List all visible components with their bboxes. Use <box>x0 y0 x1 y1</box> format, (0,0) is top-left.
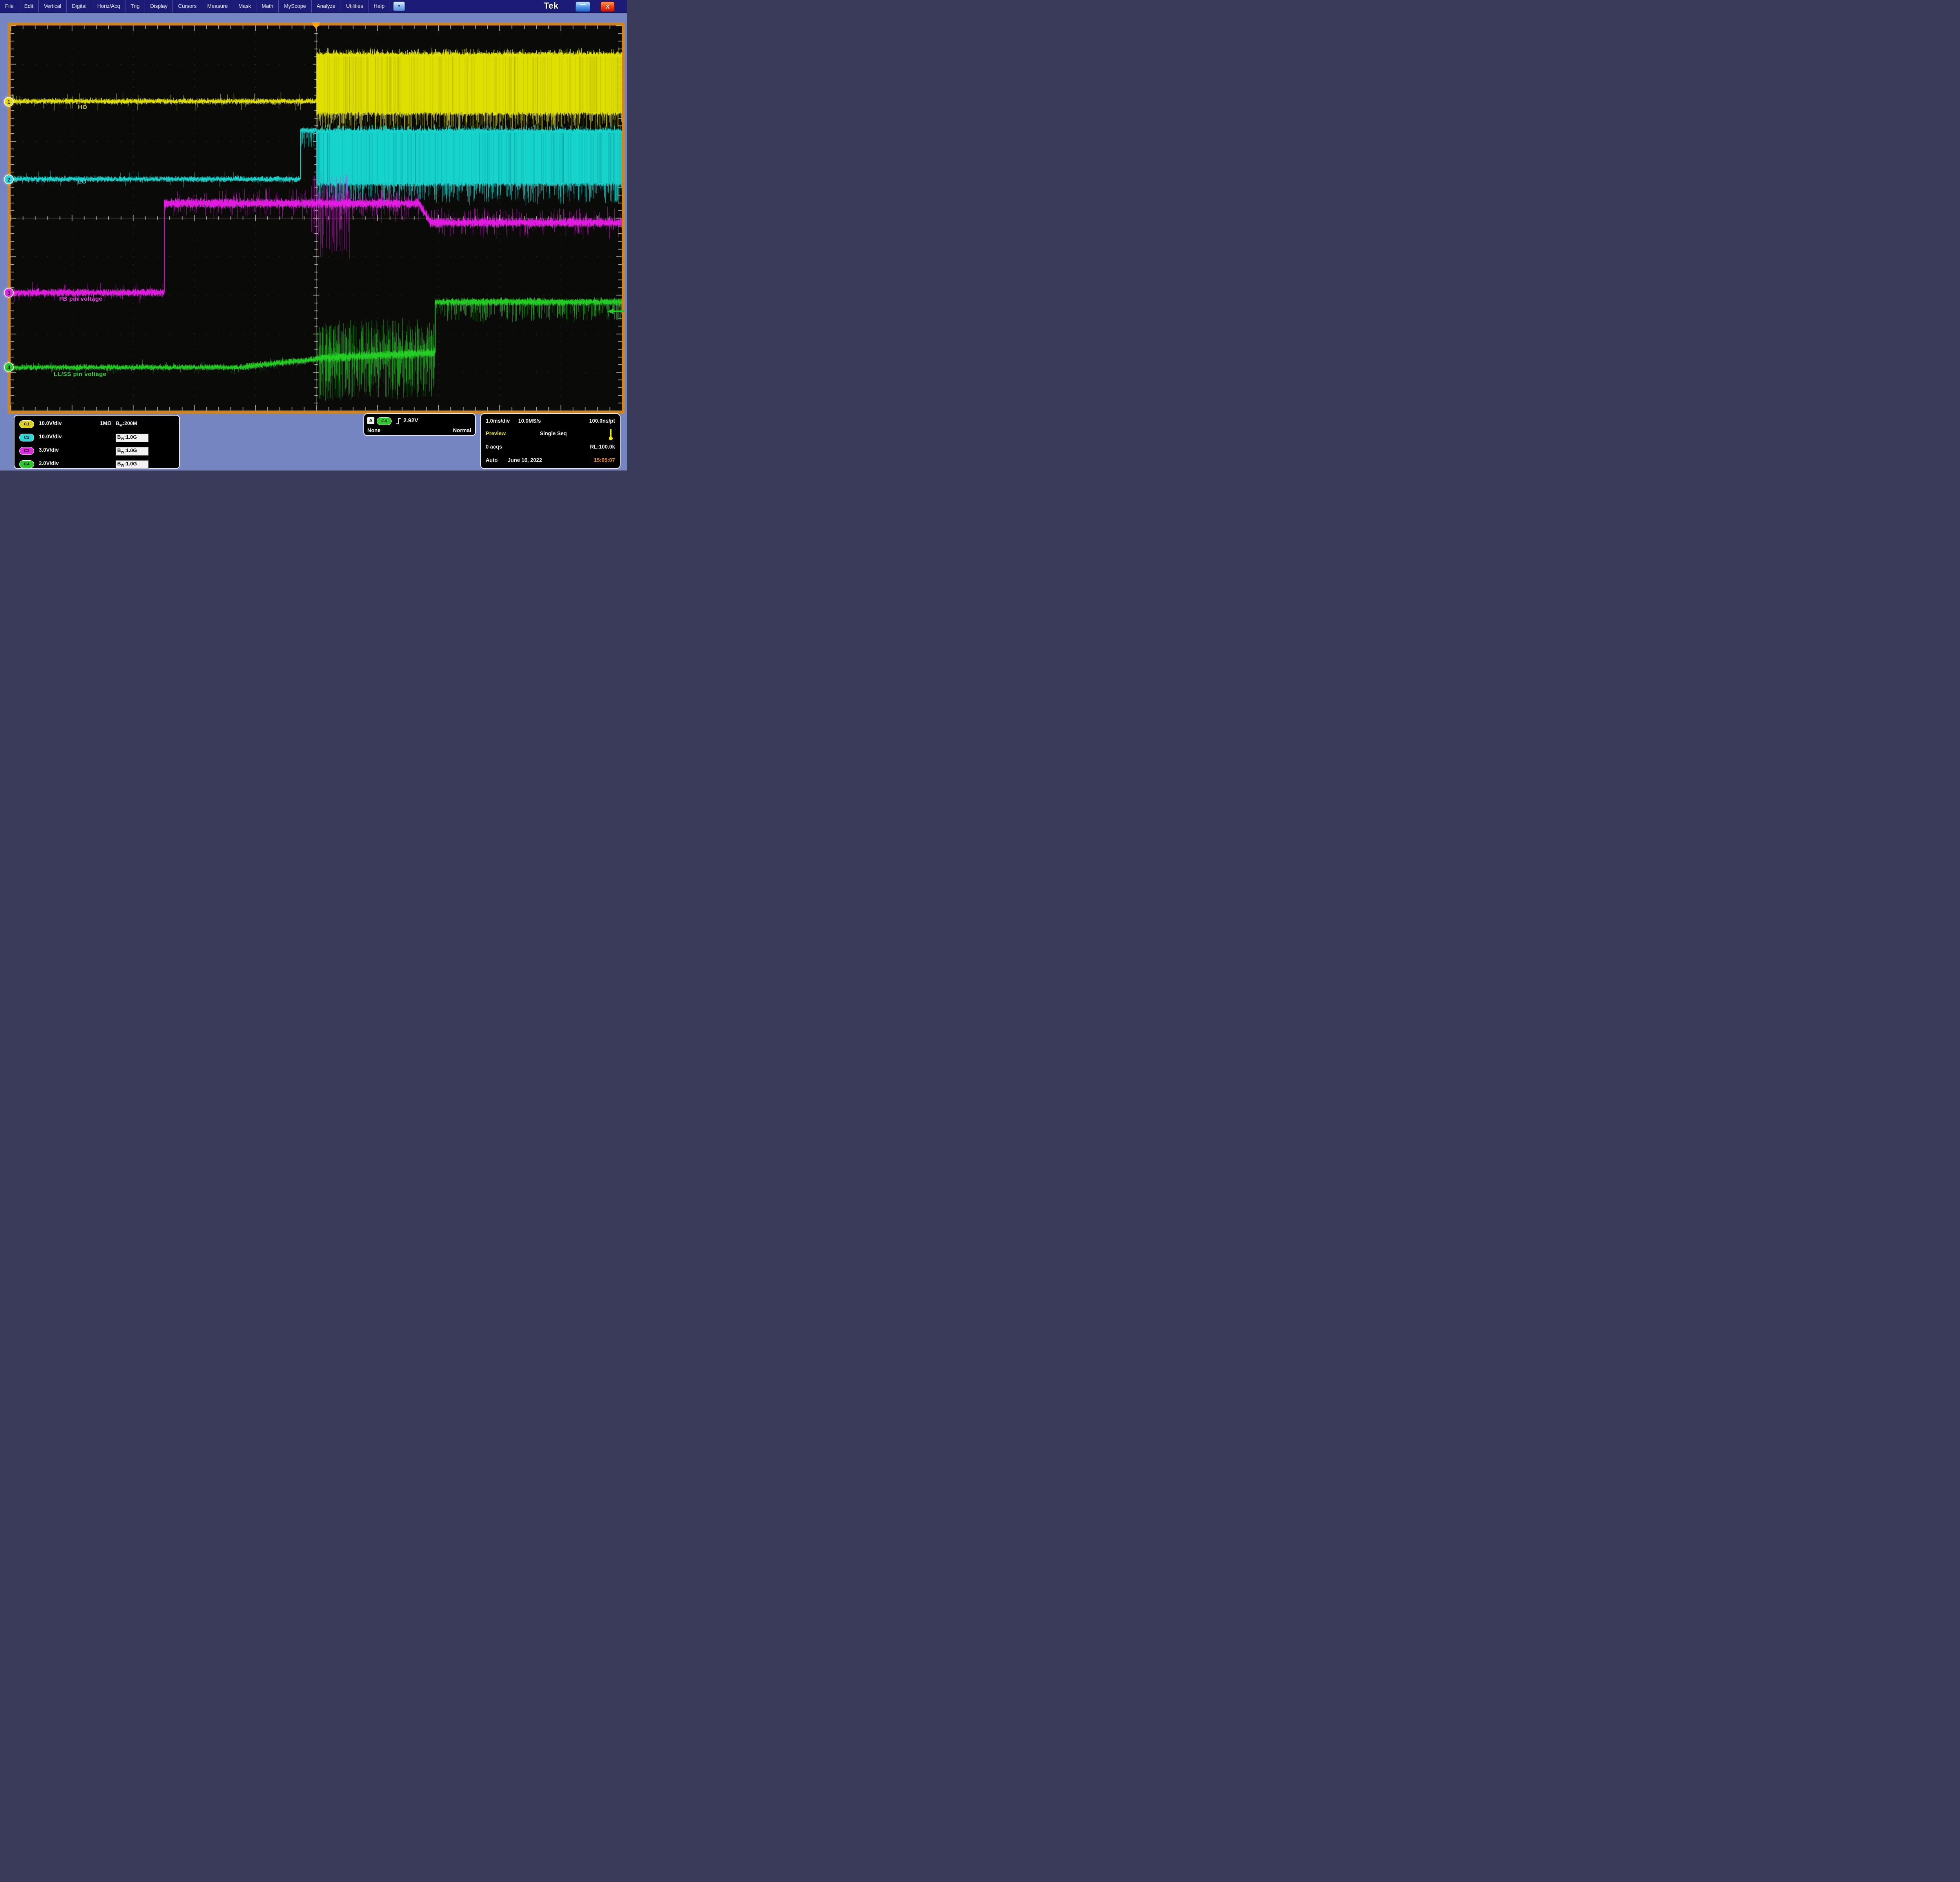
acq-status: Preview <box>486 431 506 436</box>
c1-scale: 10.0V/div <box>39 420 62 426</box>
c1-bandwidth: BW:200M <box>116 420 149 429</box>
close-icon: X <box>606 4 610 10</box>
date: June 16, 2022 <box>508 457 542 463</box>
menu-item-utilities[interactable]: Utilities <box>341 0 369 13</box>
horizontal-readout-panel[interactable]: 1.0ms/div 10.0MS/s 100.0ns/pt Preview Si… <box>480 413 621 469</box>
menu-item-display[interactable]: Display <box>145 0 173 13</box>
menu-item-trig[interactable]: Trig <box>125 0 145 13</box>
acquisition-count: 0 acqs <box>486 444 502 450</box>
menu-item-math[interactable]: Math <box>256 0 279 13</box>
clock: 15:05:07 <box>594 457 615 463</box>
record-length: RL:100.0k <box>590 444 615 450</box>
rising-edge-icon <box>396 417 401 425</box>
c3-bandwidth: BW:1.0G <box>116 447 149 456</box>
channel3-reference-marker[interactable]: 3 <box>4 288 14 298</box>
run-mode: Single Seq <box>540 431 567 436</box>
trace-label-fb: FB pin voltage <box>59 296 102 302</box>
menu-bar: FileEditVerticalDigitalHoriz/AcqTrigDisp… <box>0 0 627 13</box>
menu-dropdown-button[interactable]: ▼ <box>393 2 405 11</box>
menu-item-analyze[interactable]: Analyze <box>312 0 341 13</box>
menu-item-myscope[interactable]: MyScope <box>279 0 311 13</box>
minimize-icon: — <box>580 1 586 8</box>
trigger-level: 2.92V <box>403 418 418 424</box>
arrow-left-icon <box>608 309 613 314</box>
timebase: 1.0ms/div <box>486 418 510 424</box>
c4-scale: 2.0V/div <box>39 460 59 466</box>
tek-logo: Tek <box>544 1 567 13</box>
waveform-display: HO LO FB pin voltage LL/SS pin voltage <box>7 22 625 414</box>
trigger-source-badge[interactable]: C4 <box>377 417 392 425</box>
trigger-mode-auto: Auto <box>486 457 498 463</box>
trace-label-llss: LL/SS pin voltage <box>54 371 106 378</box>
resolution: 100.0ns/pt <box>589 418 615 424</box>
temperature-icon <box>609 429 613 441</box>
trigger-bus-badge: A <box>367 417 374 424</box>
channel-badge-c2[interactable]: C2 <box>19 434 34 441</box>
c2-bandwidth: BW:1.0G <box>116 434 149 442</box>
menu-item-vertical[interactable]: Vertical <box>39 0 67 13</box>
trace-label-lo: LO <box>78 178 87 185</box>
menu-item-cursors[interactable]: Cursors <box>173 0 202 13</box>
menu-item-horiz-acq[interactable]: Horiz/Acq <box>92 0 126 13</box>
c3-scale: 3.0V/div <box>39 447 59 453</box>
trace-label-ho: HO <box>78 104 87 111</box>
menu-item-help[interactable]: Help <box>368 0 390 13</box>
oscilloscope-app-window: FileEditVerticalDigitalHoriz/AcqTrigDisp… <box>0 0 627 470</box>
trigger-coupling: Normal <box>453 427 471 433</box>
channel-badge-c1[interactable]: C1 <box>19 420 34 428</box>
trigger-level-arrow[interactable] <box>608 309 625 314</box>
channel1-reference-marker[interactable]: 1 <box>4 97 14 107</box>
menu-items: FileEditVerticalDigitalHoriz/AcqTrigDisp… <box>0 0 390 13</box>
menu-item-digital[interactable]: Digital <box>67 0 92 13</box>
menu-item-mask[interactable]: Mask <box>233 0 256 13</box>
c4-bandwidth: BW:1.0G <box>116 460 149 469</box>
menu-item-file[interactable]: File <box>0 0 19 13</box>
menu-item-measure[interactable]: Measure <box>202 0 234 13</box>
menu-item-edit[interactable]: Edit <box>19 0 39 13</box>
channel2-reference-marker[interactable]: 2 <box>4 174 14 184</box>
trigger-mode: None <box>367 427 381 433</box>
channel-readout-panel[interactable]: C1 10.0V/div 1MΩ BW:200M C2 10.0V/div BW… <box>14 415 180 469</box>
c1-coupling: 1MΩ <box>100 420 112 426</box>
trigger-readout-panel[interactable]: A C4 2.92V None Normal <box>363 413 476 436</box>
minimize-button[interactable]: — <box>575 2 590 12</box>
trigger-position-marker[interactable] <box>312 22 320 29</box>
sample-rate: 10.0MS/s <box>518 418 541 424</box>
waveform-canvas <box>11 25 622 411</box>
channel4-reference-marker[interactable]: 4 <box>4 362 14 372</box>
channel-badge-c3[interactable]: C3 <box>19 447 34 455</box>
channel-badge-c4[interactable]: C4 <box>19 460 34 468</box>
close-button[interactable]: X <box>601 2 615 12</box>
chevron-down-icon: ▼ <box>397 4 401 9</box>
c2-scale: 10.0V/div <box>39 434 62 440</box>
